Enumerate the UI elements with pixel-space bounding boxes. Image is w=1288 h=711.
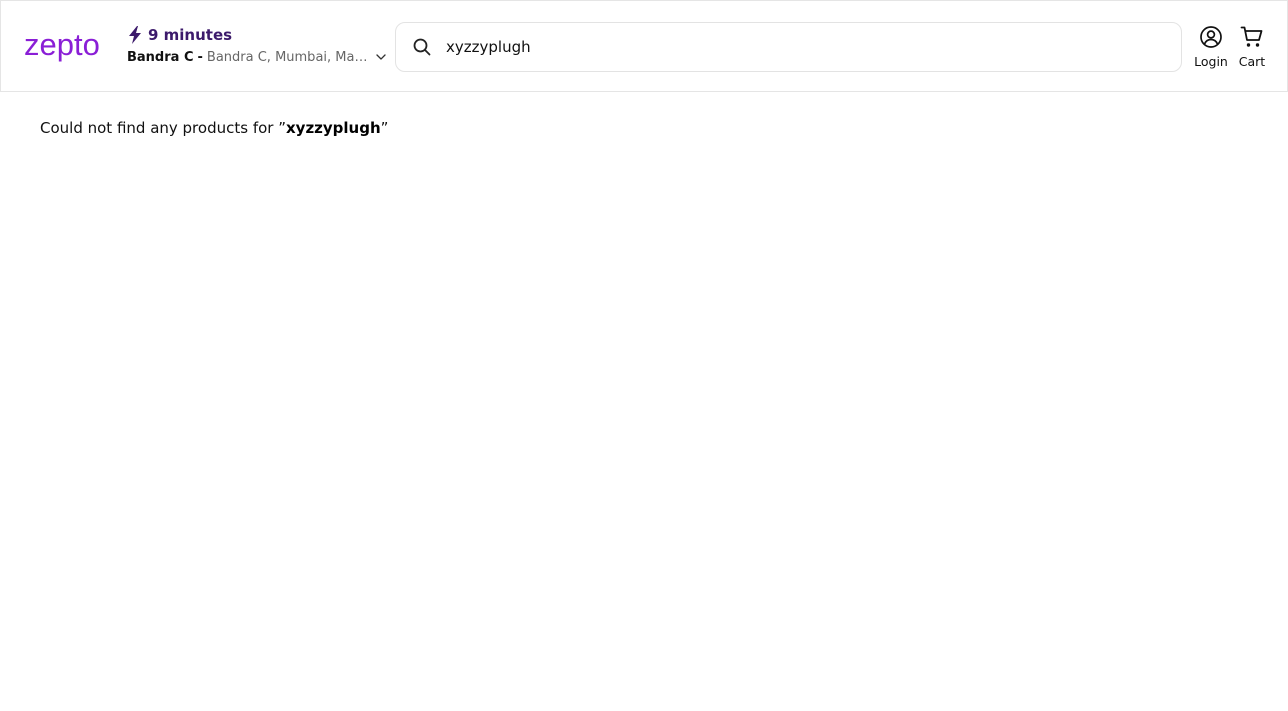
login-button[interactable]: Login [1192,25,1230,69]
login-label: Login [1194,54,1228,69]
no-results-message: Could not find any products for ”xyzzypl… [40,119,388,137]
no-results-prefix: Could not find any products for ” [40,119,286,137]
cart-icon [1240,25,1264,49]
location-selector[interactable]: Bandra C - Bandra C, Mumbai, Maharashtra [127,48,387,66]
search-bar[interactable] [395,22,1182,72]
user-icon [1199,25,1223,49]
location-separator: - [197,49,203,65]
location-area: Bandra C [127,49,194,65]
top-header: zepto 9 minutes Bandra C - Bandra C, Mum… [0,0,1288,92]
zepto-logo[interactable]: zepto [24,27,116,65]
delivery-eta: 9 minutes [127,25,387,45]
location-full-address: Bandra C, Mumbai, Maharashtra [206,49,368,65]
zepto-logo-mark: zepto [24,27,100,62]
lightning-icon [127,26,143,44]
no-results-query: xyzzyplugh [285,119,381,137]
cart-button[interactable]: Cart [1235,25,1269,69]
eta-text: 9 minutes [148,26,233,44]
search-icon [412,37,432,57]
no-results-suffix: ” [380,119,389,137]
chevron-down-icon [375,51,387,63]
cart-label: Cart [1238,54,1266,69]
delivery-info: 9 minutes Bandra C - Bandra C, Mumbai, M… [127,25,387,66]
search-input[interactable] [446,32,1146,62]
zepto-logo-text: zepto [24,27,100,62]
